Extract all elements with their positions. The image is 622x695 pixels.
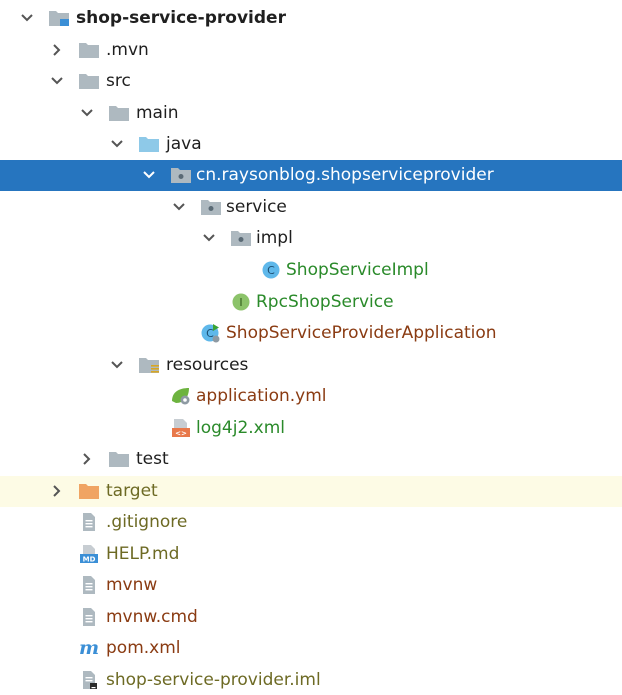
package-icon <box>171 168 191 183</box>
resources-folder-icon <box>139 358 159 373</box>
tree-label-impl: impl <box>256 228 293 248</box>
folder-icon <box>79 43 99 58</box>
tree-label-src: src <box>106 71 131 91</box>
tree-row-test[interactable]: test <box>0 444 622 475</box>
chevron-right-icon[interactable] <box>48 41 66 59</box>
tree-label-application-class: ShopServiceProviderApplication <box>226 323 497 343</box>
tree-label-mvnw-cmd: mvnw.cmd <box>106 607 198 627</box>
svg-text:MD: MD <box>83 556 96 564</box>
tree-row-main[interactable]: main <box>0 98 622 129</box>
text-file-icon <box>83 608 95 626</box>
tree-label-pom-xml: pom.xml <box>106 638 181 658</box>
chevron-right-icon[interactable] <box>78 450 96 468</box>
class-icon: C <box>262 261 280 279</box>
chevron-down-icon[interactable] <box>18 9 36 27</box>
tree-row-application-class[interactable]: C ShopServiceProviderApplication <box>0 318 622 349</box>
svg-text:I: I <box>239 296 242 309</box>
tree-label-service: service <box>226 197 287 217</box>
chevron-down-icon[interactable] <box>200 229 218 247</box>
tree-label-target: target <box>106 481 158 501</box>
chevron-right-icon[interactable] <box>48 482 66 500</box>
package-icon <box>231 231 251 246</box>
tree-row-target[interactable]: target <box>0 476 622 507</box>
module-folder-icon <box>49 11 69 26</box>
folder-icon <box>79 74 99 89</box>
svg-text:C: C <box>267 264 275 277</box>
chevron-down-icon[interactable] <box>78 104 96 122</box>
tree-row-gitignore[interactable]: .gitignore <box>0 507 622 538</box>
tree-row-impl[interactable]: impl <box>0 223 622 254</box>
tree-label-application-yml: application.yml <box>196 386 327 406</box>
package-icon <box>201 200 221 215</box>
folder-icon <box>109 452 129 467</box>
tree-row-rpc-shop-service[interactable]: I RpcShopService <box>0 287 622 318</box>
tree-label-root: shop-service-provider <box>76 8 286 28</box>
tree-label-shop-service-impl: ShopServiceImpl <box>286 260 429 280</box>
source-folder-icon <box>139 137 159 152</box>
chevron-down-icon[interactable] <box>108 356 126 374</box>
tree-row-package[interactable]: cn.raysonblog.shopserviceprovider <box>0 160 622 191</box>
svg-text:<>: <> <box>175 430 187 438</box>
tree-label-mvn: .mvn <box>106 40 149 60</box>
tree-row-root[interactable]: shop-service-provider <box>0 3 622 34</box>
interface-icon: I <box>232 293 250 311</box>
excluded-folder-icon <box>79 484 99 499</box>
tree-row-help-md[interactable]: MD HELP.md <box>0 539 622 570</box>
project-tree: shop-service-provider .mvn src main java… <box>0 0 622 695</box>
tree-row-java[interactable]: java <box>0 129 622 160</box>
xml-file-icon: <> <box>172 419 190 438</box>
tree-label-log4j2-xml: log4j2.xml <box>196 418 286 438</box>
tree-row-log4j2-xml[interactable]: <> log4j2.xml <box>0 413 622 444</box>
tree-row-resources[interactable]: resources <box>0 350 622 381</box>
chevron-down-icon[interactable] <box>48 72 66 90</box>
tree-row-application-yml[interactable]: application.yml <box>0 381 622 412</box>
tree-row-pom-xml[interactable]: m pom.xml <box>0 633 622 664</box>
tree-label-rpc-shop-service: RpcShopService <box>256 292 394 312</box>
tree-row-src[interactable]: src <box>0 66 622 97</box>
module-file-icon <box>83 671 97 689</box>
text-file-icon <box>83 513 95 531</box>
tree-label-java: java <box>166 134 202 154</box>
tree-label-main: main <box>136 103 179 123</box>
tree-row-mvn[interactable]: .mvn <box>0 35 622 66</box>
spring-config-icon <box>172 388 190 405</box>
chevron-down-icon[interactable] <box>170 198 188 216</box>
tree-row-mvnw-cmd[interactable]: mvnw.cmd <box>0 602 622 633</box>
tree-row-shop-service-impl[interactable]: C ShopServiceImpl <box>0 255 622 286</box>
chevron-down-icon[interactable] <box>140 166 158 184</box>
tree-label-package: cn.raysonblog.shopserviceprovider <box>196 165 494 185</box>
tree-row-mvnw[interactable]: mvnw <box>0 570 622 601</box>
markdown-file-icon: MD <box>80 545 98 564</box>
chevron-down-icon[interactable] <box>108 135 126 153</box>
tree-row-service[interactable]: service <box>0 192 622 223</box>
folder-icon <box>109 106 129 121</box>
tree-row-iml[interactable]: shop-service-provider.iml <box>0 665 622 695</box>
text-file-icon <box>83 576 95 594</box>
tree-label-help-md: HELP.md <box>106 544 180 564</box>
tree-label-gitignore: .gitignore <box>106 512 188 532</box>
tree-label-resources: resources <box>166 355 249 375</box>
tree-label-iml: shop-service-provider.iml <box>106 670 321 690</box>
tree-label-mvnw: mvnw <box>106 575 158 595</box>
tree-label-test: test <box>136 449 169 469</box>
svg-text:m: m <box>79 638 99 658</box>
spring-boot-class-icon: C <box>201 324 220 343</box>
maven-icon: m <box>79 638 99 658</box>
